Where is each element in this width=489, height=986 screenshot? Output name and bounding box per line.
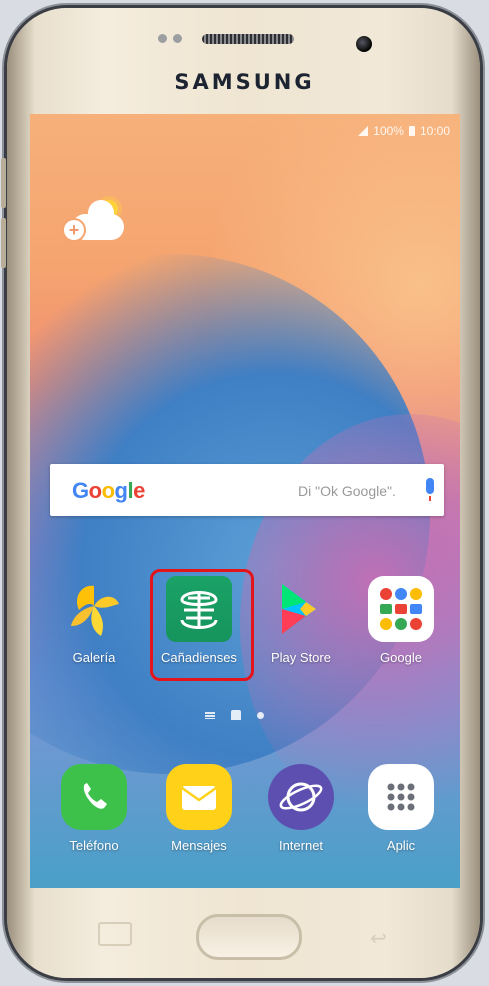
page-indicator-home-icon (231, 710, 241, 720)
app-galeria[interactable]: Galería (54, 576, 134, 665)
app-label: Google (380, 650, 422, 665)
sensor-dots (158, 34, 182, 43)
internet-planet-icon (268, 764, 334, 830)
app-google-folder[interactable]: Google (361, 576, 441, 665)
home-button[interactable] (196, 914, 302, 960)
weather-widget[interactable]: + (64, 196, 128, 246)
phone-icon (61, 764, 127, 830)
front-camera (356, 36, 372, 52)
google-logo: Google (72, 478, 145, 503)
app-label: Play Store (271, 650, 331, 665)
recent-apps-key[interactable] (98, 922, 132, 946)
page-indicator[interactable] (205, 710, 264, 720)
page-indicator-list-icon (205, 711, 215, 719)
home-screen: 100% 10:00 + Google Di "Ok Google". Gale… (30, 114, 460, 888)
gallery-icon (61, 576, 127, 642)
app-label: Galería (72, 650, 116, 665)
dock-telefono[interactable]: Teléfono (54, 764, 134, 853)
battery-icon (408, 126, 415, 136)
app-drawer-icon (368, 764, 434, 830)
app-label: Aplic (386, 838, 416, 853)
app-label: Mensajes (171, 838, 227, 853)
google-search-bar[interactable]: Google Di "Ok Google". (50, 464, 444, 516)
dock-internet[interactable]: Internet (261, 764, 341, 853)
highlight-box (150, 569, 254, 681)
battery-percentage: 100% (373, 124, 404, 138)
status-bar: 100% 10:00 (358, 124, 450, 138)
back-key-icon[interactable]: ↩ (370, 926, 387, 951)
brand-logo: SAMSUNG (174, 70, 315, 94)
microphone-icon[interactable] (426, 478, 434, 501)
app-play-store[interactable]: Play Store (261, 576, 341, 665)
dock-aplic[interactable]: Aplic (361, 764, 441, 853)
google-folder-icon (368, 576, 434, 642)
add-icon: + (64, 220, 84, 240)
search-hint: Di "Ok Google". (298, 483, 396, 499)
app-label: Internet (278, 838, 324, 853)
signal-icon (358, 126, 369, 136)
play-store-icon (268, 576, 334, 642)
page-indicator-dot (257, 711, 264, 719)
app-label: Teléfono (69, 838, 119, 853)
volume-down-button[interactable] (1, 218, 6, 268)
volume-up-button[interactable] (1, 158, 6, 208)
clock: 10:00 (419, 124, 450, 138)
earpiece-speaker (202, 34, 294, 44)
envelope-icon (166, 764, 232, 830)
dock-mensajes[interactable]: Mensajes (159, 764, 239, 853)
